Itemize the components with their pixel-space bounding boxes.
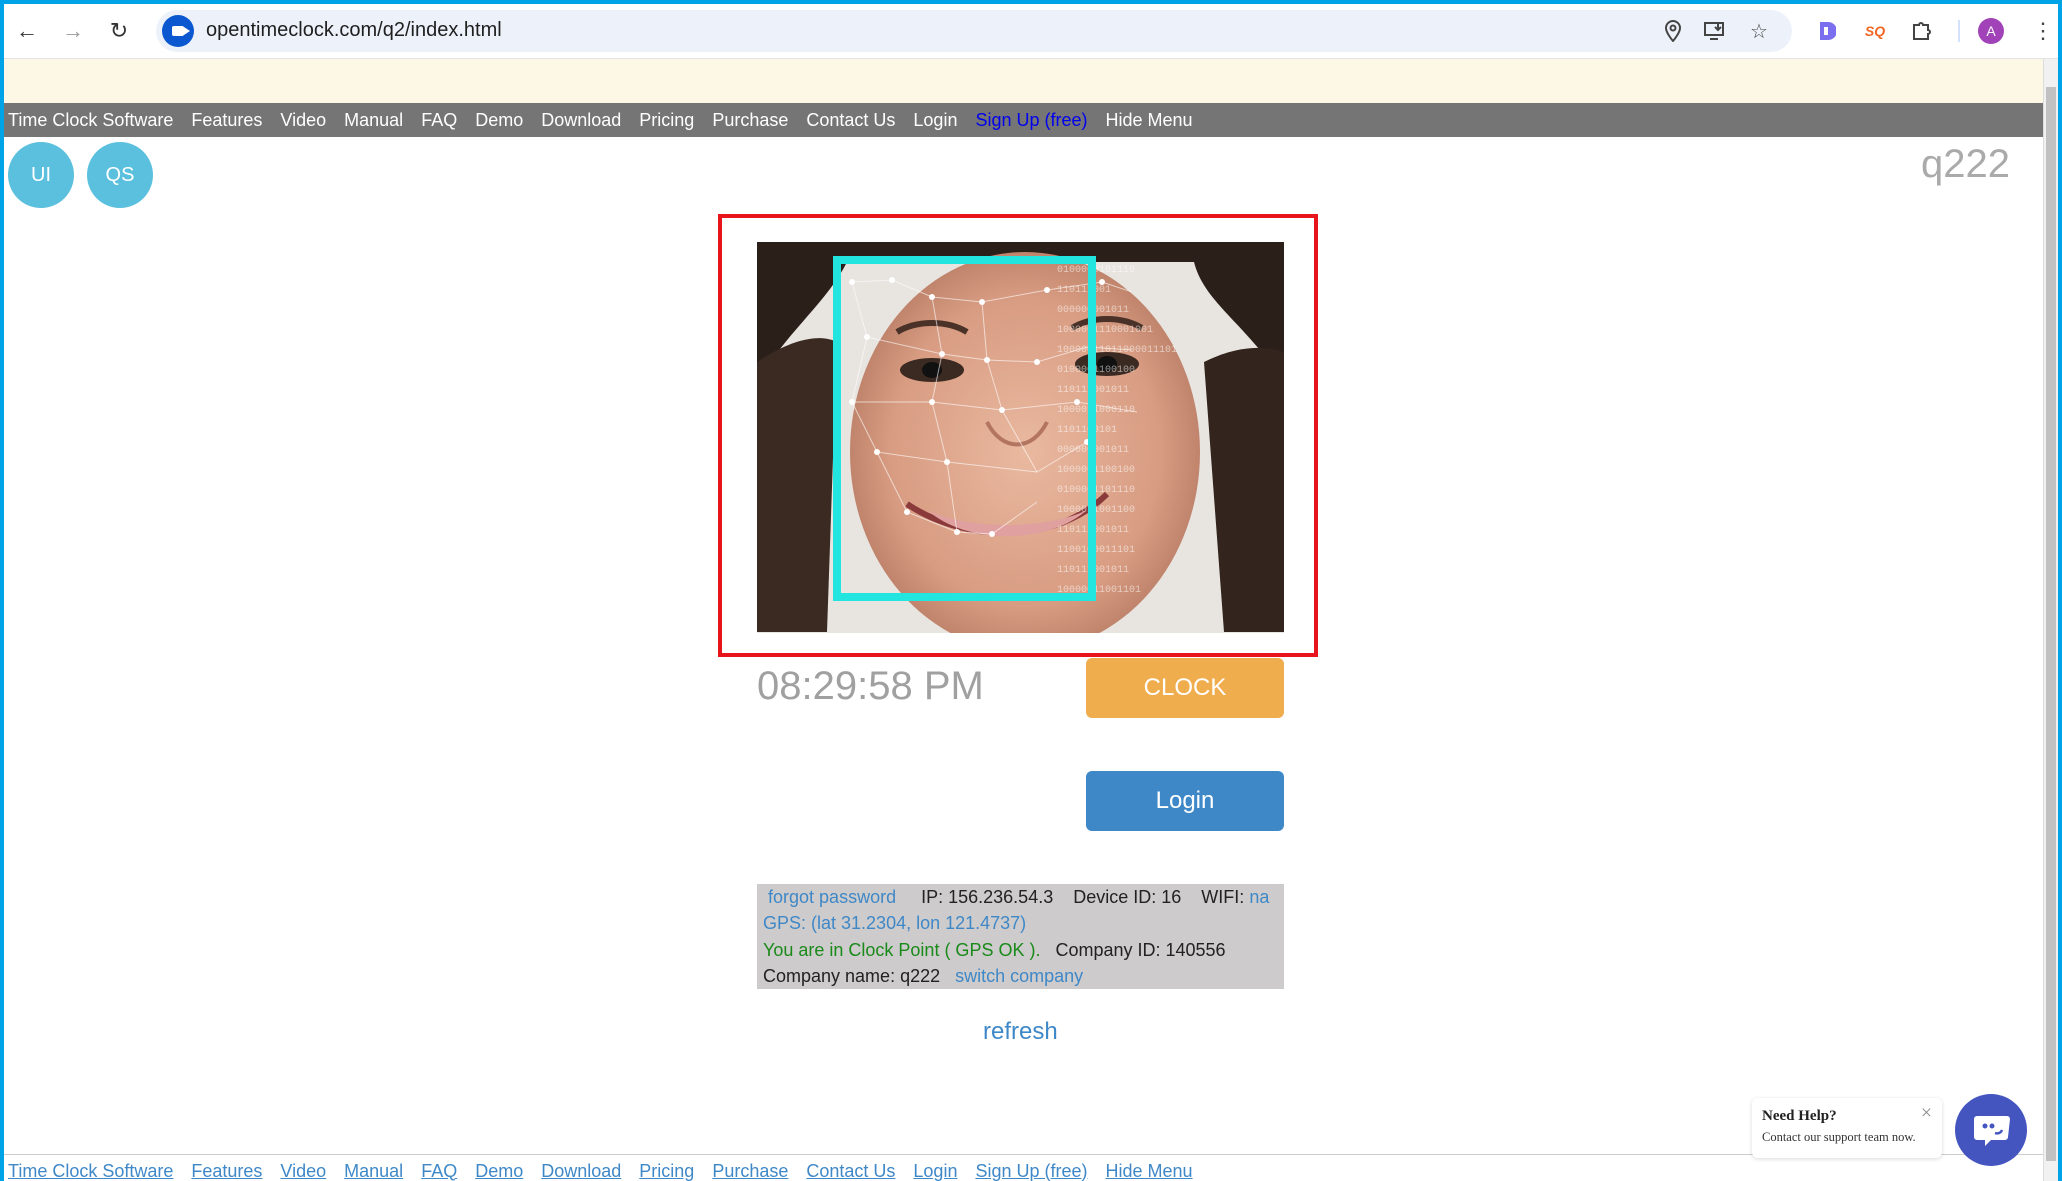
footer-nav-sign-up[interactable]: Sign Up (free)	[975, 1161, 1087, 1181]
extension-sq-icon[interactable]: SQ	[1860, 16, 1890, 46]
clock-button[interactable]: CLOCK	[1086, 658, 1284, 718]
nav-video[interactable]: Video	[280, 110, 326, 131]
svg-text:0100000101110: 0100000101110	[1057, 265, 1135, 276]
nav-hide-menu[interactable]: Hide Menu	[1106, 110, 1193, 131]
help-subtitle: Contact our support team now.	[1762, 1130, 1916, 1144]
footer-nav-download[interactable]: Download	[541, 1161, 621, 1181]
company-id: Company ID: 140556	[1055, 939, 1226, 960]
footer-nav-faq[interactable]: FAQ	[421, 1161, 457, 1181]
browser-toolbar: ← → ↻ opentimeclock.com/q2/index.html ☆ …	[4, 4, 2058, 59]
forgot-password-link[interactable]: forgot password	[768, 887, 896, 907]
svg-text:0100001101110: 0100001101110	[1057, 485, 1135, 496]
footer-divider	[4, 1154, 2044, 1155]
nav-manual[interactable]: Manual	[344, 110, 403, 131]
extensions-puzzle-icon[interactable]	[1906, 16, 1936, 46]
menu-kebab-icon[interactable]: ⋮	[2028, 16, 2058, 46]
nav-sign-up[interactable]: Sign Up (free)	[975, 110, 1087, 131]
footer-nav-login[interactable]: Login	[913, 1161, 957, 1181]
wifi-label: WIFI:	[1201, 887, 1245, 907]
wifi-value[interactable]: na	[1249, 887, 1269, 907]
footer-nav-time-clock-software[interactable]: Time Clock Software	[8, 1161, 173, 1181]
bookmark-star-icon[interactable]: ☆	[1746, 18, 1772, 44]
ui-button[interactable]: UI	[8, 142, 74, 208]
svg-text:110111001: 110111001	[1057, 285, 1111, 296]
extension-d-icon[interactable]	[1812, 16, 1842, 46]
chat-support-button[interactable]	[1955, 1094, 2027, 1166]
nav-features[interactable]: Features	[191, 110, 262, 131]
footer-nav-features[interactable]: Features	[191, 1161, 262, 1181]
footer-nav-hide-menu[interactable]: Hide Menu	[1106, 1161, 1193, 1181]
footer-nav-demo[interactable]: Demo	[475, 1161, 523, 1181]
install-app-icon[interactable]	[1702, 18, 1728, 44]
profile-avatar[interactable]: A	[1978, 18, 2004, 44]
device-info-panel: forgot password IP: 156.236.54.3 Device …	[757, 884, 1284, 989]
chat-bubble-icon	[1974, 1116, 2010, 1146]
address-bar[interactable]: opentimeclock.com/q2/index.html ☆	[156, 10, 1792, 52]
footer-nav-manual[interactable]: Manual	[344, 1161, 403, 1181]
info-line-4: Company name: q222 switch company	[763, 963, 1284, 989]
help-popup: Need Help? Contact our support team now.…	[1752, 1098, 1942, 1158]
notice-bar	[4, 59, 2058, 103]
help-title: Need Help?	[1762, 1108, 1837, 1124]
footer-nav-video[interactable]: Video	[280, 1161, 326, 1181]
refresh-link[interactable]: refresh	[983, 1018, 1058, 1046]
switch-company-link[interactable]: switch company	[955, 966, 1083, 986]
toolbar-separator	[1958, 20, 1960, 42]
nav-login[interactable]: Login	[913, 110, 957, 131]
nav-download[interactable]: Download	[541, 110, 621, 131]
svg-text:1000001110001001: 1000001110001001	[1057, 325, 1153, 336]
current-time: 08:29:58 PM	[757, 664, 984, 708]
login-button[interactable]: Login	[1086, 771, 1284, 831]
ip-address: IP: 156.236.54.3	[921, 887, 1054, 907]
svg-text:1000011000110: 1000011000110	[1057, 405, 1135, 416]
footer-nav-purchase[interactable]: Purchase	[712, 1161, 788, 1181]
info-line-1: forgot password IP: 156.236.54.3 Device …	[763, 884, 1284, 910]
top-nav-menu: Time Clock Software Features Video Manua…	[4, 103, 2044, 137]
footer-nav-menu: Time Clock Software Features Video Manua…	[4, 1156, 2044, 1181]
browser-window: ← → ↻ opentimeclock.com/q2/index.html ☆ …	[4, 4, 2058, 1181]
back-icon[interactable]: ←	[12, 16, 42, 46]
nav-faq[interactable]: FAQ	[421, 110, 457, 131]
device-id: Device ID: 16	[1073, 887, 1182, 907]
close-icon[interactable]: ×	[1921, 1102, 1932, 1125]
info-line-2: GPS: (lat 31.2304, lon 121.4737)	[763, 910, 1284, 936]
site-info-icon[interactable]	[162, 15, 194, 47]
location-icon[interactable]	[1660, 18, 1686, 44]
nav-contact-us[interactable]: Contact Us	[806, 110, 895, 131]
scrollbar-thumb[interactable]	[2046, 87, 2056, 1161]
nav-purchase[interactable]: Purchase	[712, 110, 788, 131]
svg-text:1100100011101: 1100100011101	[1057, 545, 1135, 556]
page-scrollbar[interactable]	[2043, 59, 2058, 1181]
forward-icon[interactable]: →	[58, 16, 88, 46]
qs-button[interactable]: QS	[87, 142, 153, 208]
svg-text:1000011001100: 1000011001100	[1057, 505, 1135, 516]
svg-text:10000011011000011101: 10000011011000011101	[1057, 345, 1177, 356]
svg-text:0100001100100: 0100001100100	[1057, 365, 1135, 376]
url-text[interactable]: opentimeclock.com/q2/index.html	[206, 19, 502, 42]
reload-icon[interactable]: ↻	[104, 16, 134, 46]
nav-demo[interactable]: Demo	[475, 110, 523, 131]
svg-text:1101100101: 1101100101	[1057, 425, 1117, 436]
nav-pricing[interactable]: Pricing	[639, 110, 694, 131]
info-line-3: You are in Clock Point ( GPS OK ). Compa…	[763, 937, 1284, 963]
footer-nav-contact-us[interactable]: Contact Us	[806, 1161, 895, 1181]
company-name: Company name: q222	[763, 965, 941, 986]
clock-point-status: You are in Clock Point ( GPS OK ).	[763, 939, 1041, 960]
nav-time-clock-software[interactable]: Time Clock Software	[8, 110, 173, 131]
svg-text:1000001100100: 1000001100100	[1057, 465, 1135, 476]
footer-nav-pricing[interactable]: Pricing	[639, 1161, 694, 1181]
gps-link[interactable]: GPS: (lat 31.2304, lon 121.4737)	[763, 913, 1026, 933]
face-recognition-image: 0100000101110 110111001 000000001011 10000…	[757, 242, 1284, 633]
company-title: q222	[1921, 142, 2010, 186]
